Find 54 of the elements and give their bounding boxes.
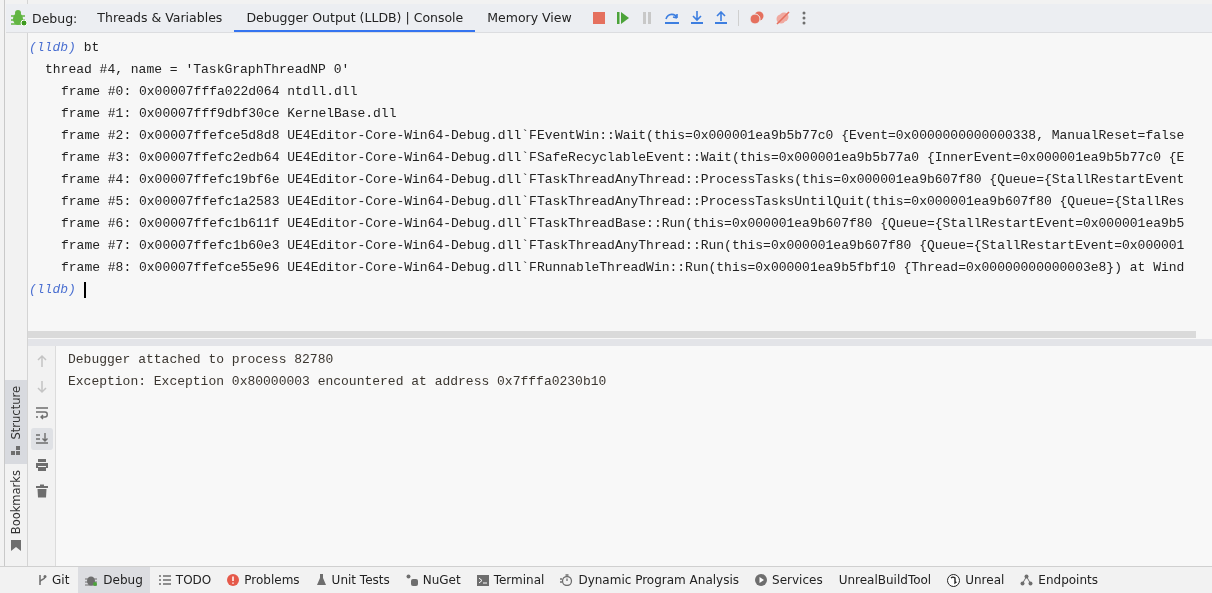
side-tab[interactable]: Bookmarks bbox=[5, 463, 27, 559]
tool-window-tab[interactable]: Problems bbox=[220, 567, 307, 593]
side-tab[interactable]: Structure bbox=[5, 380, 27, 464]
console-output: thread #4, name = 'TaskGraphThreadNP 0' bbox=[45, 61, 350, 79]
output-message: Debugger attached to process 82780 bbox=[68, 351, 334, 369]
console-output: frame #6: 0x00007ffefc1b611f UE4Editor-Core-Win64-Debug.dll`FTaskThreadBase::Run(this=0x000001ea9b607f80 {Queue={StallRestartEvent=0x000001ea9b5 bbox=[61, 215, 1185, 233]
scrollbar-thumb[interactable] bbox=[28, 331, 1196, 338]
more-icon[interactable] bbox=[800, 11, 807, 25]
console-output: frame #4: 0x00007ffefc19bf6e UE4Editor-Core-Win64-Debug.dll`FTaskThreadAnyThread::ProcessTasks(this=0x000001ea9b607f80 {Queue={StallRestartEvent bbox=[61, 171, 1185, 189]
console-output: frame #5: 0x00007ffefc1a2583 UE4Editor-Core-Win64-Debug.dll`FTaskThreadAnyThread::ProcessTasksUntilQuit(this=0x000001ea9b607f80 {Queue={StallRes bbox=[61, 193, 1185, 211]
branch-icon bbox=[37, 574, 47, 586]
step-over-icon[interactable] bbox=[663, 11, 680, 25]
tool-window-tab[interactable]: Git bbox=[30, 567, 77, 593]
endpoints-icon bbox=[1020, 574, 1034, 586]
console-prompt: (lldb) bbox=[29, 39, 76, 57]
console-output: frame #2: 0x00007ffefce5d8d8 UE4Editor-Core-Win64-Debug.dll`FEventWin::Wait(this=0x000001ea9b5b77c0 {Event=0x0000000000000338, ManualReset=false bbox=[61, 127, 1185, 145]
console-command: bt bbox=[83, 39, 100, 57]
console-output: frame #1: 0x00007fff9dbf30ce KernelBase.dll bbox=[61, 105, 397, 123]
tool-window-tab[interactable]: NuGet bbox=[398, 567, 468, 593]
tab[interactable]: Threads & Variables bbox=[85, 4, 235, 32]
bookmark-icon bbox=[11, 539, 21, 551]
console-output: frame #3: 0x00007ffefc2edb64 UE4Editor-Core-Win64-Debug.dll`FSafeRecyclableEvent::Wait(this=0x000001ea9b5b77a0 {InnerEvent=0x000001ea9b5b77c0 {E bbox=[61, 149, 1185, 167]
scroll-to-end-icon[interactable] bbox=[30, 428, 53, 450]
tool-window-tab[interactable]: Endpoints bbox=[1013, 567, 1105, 593]
structure-icon bbox=[11, 445, 21, 456]
list-icon bbox=[158, 575, 171, 585]
error-icon bbox=[227, 574, 240, 586]
mute-breakpoints-icon[interactable] bbox=[774, 11, 791, 25]
tool-window-tab[interactable]: UnrealBuildTool bbox=[831, 567, 939, 593]
tool-window-tab[interactable]: Unreal bbox=[940, 567, 1012, 593]
console-output: frame #7: 0x00007ffefc1b60e3 UE4Editor-Core-Win64-Debug.dll`FTaskThreadAnyThread::Run(this=0x000001ea9b607f80 {Queue={StallRestartEvent=0x000001 bbox=[61, 237, 1185, 255]
console-output: frame #8: 0x00007ffefce55e96 UE4Editor-Core-Win64-Debug.dll`FRunnableThreadWin::Run(this=0x000001ea9b5fbf10 {Thread=0x00000000000003e8}) at Wind bbox=[61, 259, 1185, 277]
play-icon bbox=[755, 574, 768, 586]
tool-window-tab[interactable]: Dynamic Program Analysis bbox=[553, 567, 747, 593]
flask-icon bbox=[315, 574, 327, 586]
bug-icon bbox=[85, 574, 99, 586]
tool-window-tab[interactable]: TODO bbox=[151, 567, 219, 593]
console-prompt: (lldb) bbox=[29, 281, 76, 299]
tool-window-tab[interactable]: Debug bbox=[78, 567, 150, 593]
tool-window-tab[interactable]: Unit Tests bbox=[308, 567, 397, 593]
step-out-icon[interactable] bbox=[713, 11, 728, 25]
step-into-icon[interactable] bbox=[689, 11, 704, 25]
bug-icon bbox=[10, 10, 28, 26]
output-message: Exception: Exception 0x80000003 encountered at address 0x7fffa0230b10 bbox=[68, 373, 607, 391]
resume-icon[interactable] bbox=[615, 11, 630, 25]
stop-icon[interactable] bbox=[591, 11, 606, 25]
debug-label: Debug: bbox=[32, 10, 78, 26]
tab[interactable]: Memory View bbox=[475, 4, 584, 32]
stopwatch-icon bbox=[560, 574, 574, 586]
terminal-icon bbox=[476, 574, 489, 586]
tool-window-tab[interactable]: Terminal bbox=[469, 567, 552, 593]
breakpoints-icon[interactable] bbox=[748, 11, 765, 25]
tool-window-tab[interactable]: Services bbox=[748, 567, 830, 593]
console-output: frame #0: 0x00007fffa022d064 ntdll.dll bbox=[61, 83, 358, 101]
